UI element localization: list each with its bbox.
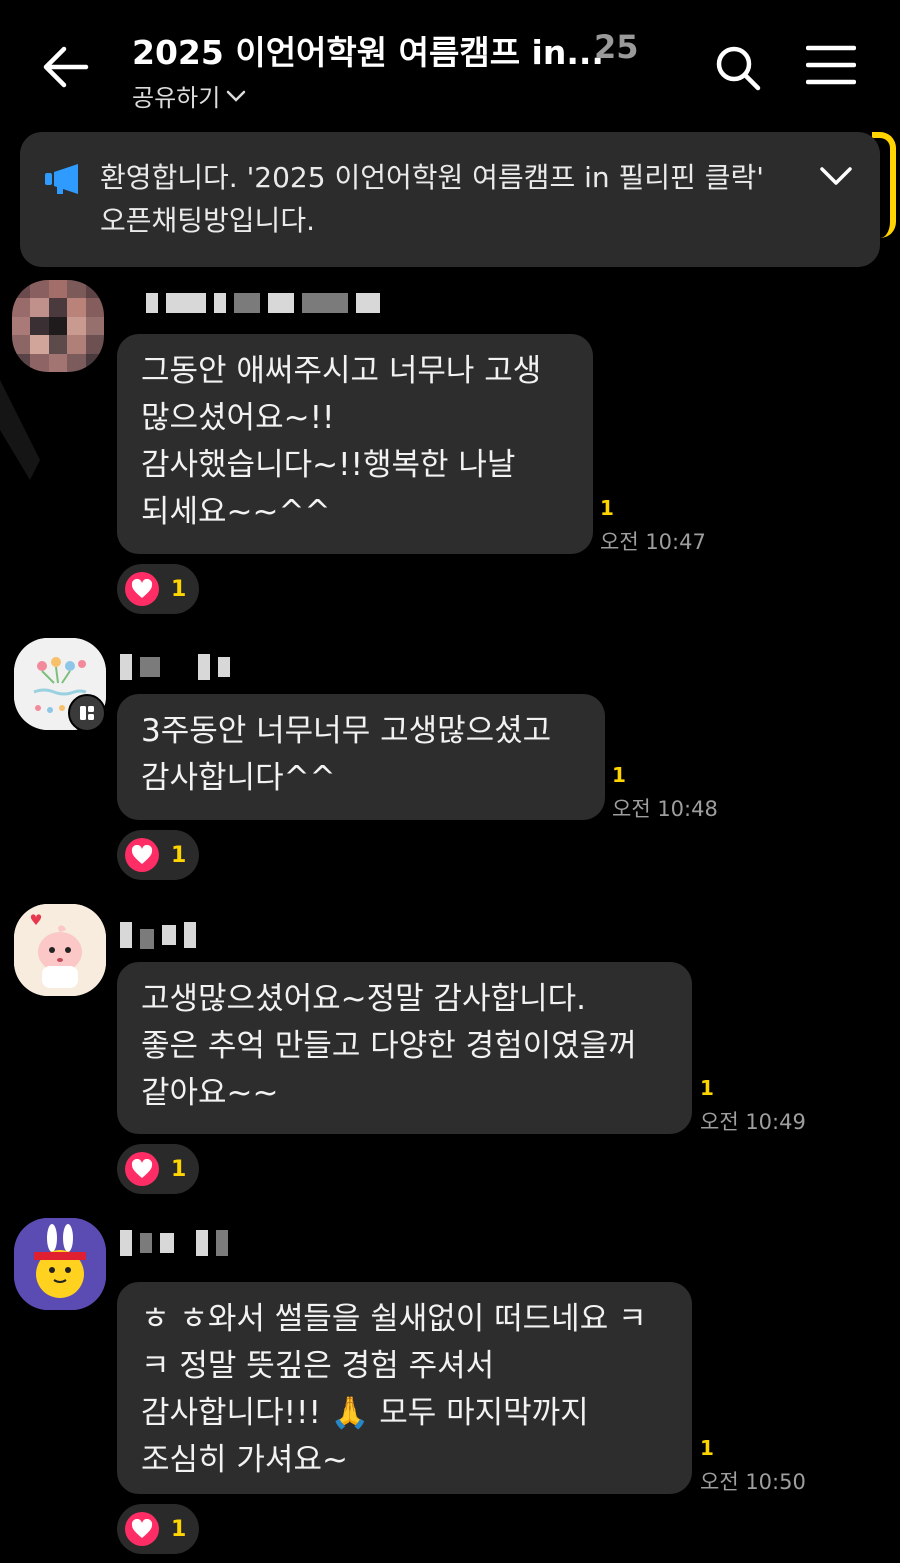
sender-name-redacted <box>120 654 238 680</box>
notice-text: 환영합니다. '2025 이언어학원 여름캠프 in 필리핀 클락' 오픈채팅방… <box>100 161 764 237</box>
heart-icon <box>125 1152 159 1186</box>
reaction-count: 1 <box>171 842 187 868</box>
reaction-count: 1 <box>171 576 187 602</box>
rabbit-character-avatar-icon <box>14 1218 106 1310</box>
peach-character-avatar-icon <box>14 904 106 996</box>
message-bubble[interactable]: 고생많으셨어요~정말 감사합니다. 좋은 추억 만들고 다양한 경험이였을꺼 같… <box>117 962 692 1134</box>
chevron-down-icon <box>227 90 246 102</box>
heart-icon <box>125 838 159 872</box>
avatar[interactable] <box>14 1218 106 1310</box>
member-count: 25 <box>594 28 639 66</box>
heart-icon <box>125 1512 159 1546</box>
back-arrow-icon <box>43 46 89 88</box>
sender-name-redacted <box>146 292 388 318</box>
avatar[interactable] <box>14 904 106 996</box>
unread-count: 1 <box>600 496 614 520</box>
message-time: 오전 10:50 <box>700 1470 806 1494</box>
message-time: 오전 10:47 <box>600 530 706 554</box>
share-dropdown[interactable]: 공유하기 <box>132 78 246 113</box>
heart-icon <box>125 572 159 606</box>
back-button[interactable] <box>40 42 90 92</box>
reaction-count: 1 <box>171 1516 187 1542</box>
chat-title[interactable]: 2025 이언어학원 여름캠프 in... <box>132 26 604 74</box>
unread-count: 1 <box>700 1076 714 1100</box>
menu-button[interactable] <box>805 44 857 86</box>
message-text: 그동안 애써주시고 너무나 고생 많으셨어요~!! 감사했습니다~!!행복한 나… <box>141 353 542 530</box>
avatar[interactable] <box>12 280 104 372</box>
message-text: ㅎ ㅎ와서 썰들을 쉴새없이 떠드네요 ㅋ ㅋ 정말 뜻깊은 경험 주셔서 감사… <box>141 1301 647 1478</box>
notice-expand-button[interactable] <box>818 160 854 192</box>
megaphone-icon <box>44 162 80 196</box>
message-text: 3주동안 너무너무 고생많으셨고 감사합니다^^ <box>141 713 552 796</box>
message-bubble[interactable]: 그동안 애써주시고 너무나 고생 많으셨어요~!! 감사했습니다~!!행복한 나… <box>117 334 593 554</box>
message-time: 오전 10:48 <box>612 797 718 821</box>
search-button[interactable] <box>714 44 762 92</box>
menu-icon <box>805 45 857 85</box>
sender-name-redacted <box>120 1230 236 1256</box>
share-label: 공유하기 <box>132 84 221 112</box>
reaction-count: 1 <box>171 1156 187 1182</box>
search-icon <box>716 46 761 91</box>
reaction-badge[interactable]: 1 <box>117 564 199 614</box>
background-shape <box>0 360 60 490</box>
sender-name-redacted <box>120 921 204 949</box>
message-time: 오전 10:49 <box>700 1110 806 1134</box>
unread-count: 1 <box>700 1436 714 1460</box>
message-bubble[interactable]: 3주동안 너무너무 고생많으셨고 감사합니다^^ <box>117 694 605 820</box>
chevron-down-icon <box>820 167 852 185</box>
reaction-badge[interactable]: 1 <box>117 1504 199 1554</box>
message-text: 고생많으셨어요~정말 감사합니다. 좋은 추억 만들고 다양한 경험이였을꺼 같… <box>141 981 637 1111</box>
unread-count: 1 <box>612 763 626 787</box>
message-bubble[interactable]: ㅎ ㅎ와서 썰들을 쉴새없이 떠드네요 ㅋ ㅋ 정말 뜻깊은 경험 주셔서 감사… <box>117 1282 692 1494</box>
open-profile-badge <box>68 694 106 732</box>
reaction-badge[interactable]: 1 <box>117 1144 199 1194</box>
reaction-badge[interactable]: 1 <box>117 830 199 880</box>
